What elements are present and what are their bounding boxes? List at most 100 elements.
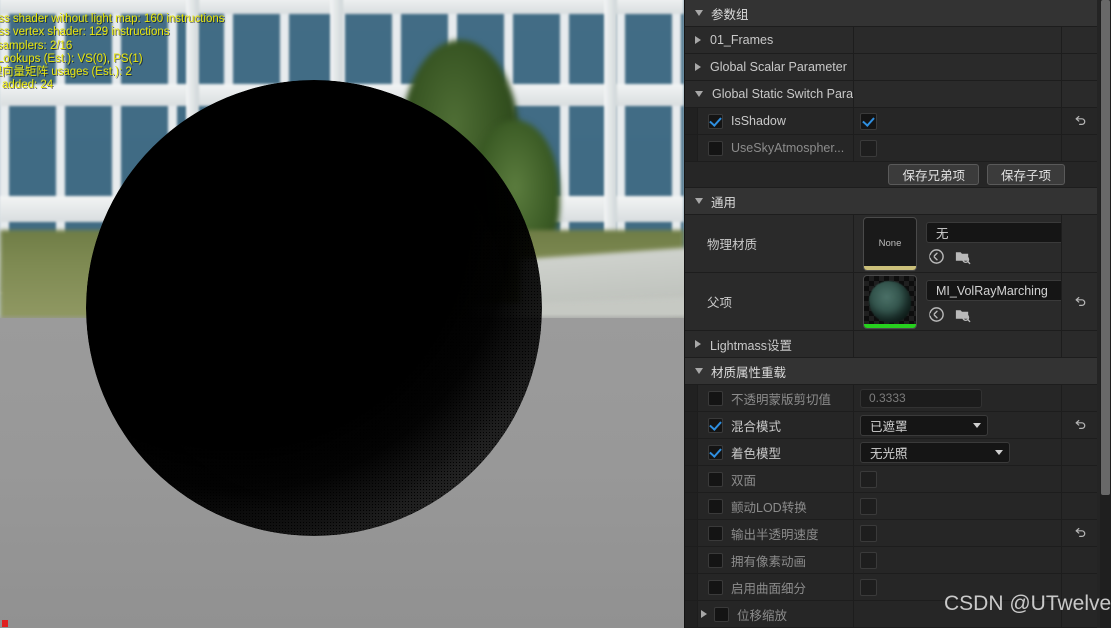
opacity-mask-clip-value-cell[interactable]: 0.3333	[854, 385, 1062, 411]
output-translucent-velocity-value-cell[interactable]	[854, 520, 1062, 546]
chevron-right-icon[interactable]	[695, 36, 701, 44]
reset-cell	[1062, 215, 1097, 272]
parent-material-thumbnail[interactable]	[863, 274, 917, 329]
param-row-isshadow[interactable]: IsShadow	[685, 108, 1097, 135]
chevron-right-icon[interactable]	[695, 340, 701, 348]
reset-arrow-icon[interactable]	[1073, 418, 1087, 432]
save-child-button[interactable]: 保存子项	[986, 164, 1065, 185]
override-row-two-sided[interactable]: 双面	[685, 466, 1097, 493]
chevron-right-icon[interactable]	[695, 63, 701, 71]
output-translucent-velocity-reset-cell[interactable]	[1062, 520, 1097, 546]
section-header-material-overrides[interactable]: 材质属性重载	[685, 358, 1097, 385]
override-row-opacity-mask-clip-value[interactable]: 不透明蒙版剪切值 0.3333	[685, 385, 1097, 412]
isshadow-value-cell[interactable]	[854, 108, 1062, 134]
useskyatmosphere-value-cell[interactable]	[854, 135, 1062, 161]
override-checkbox[interactable]	[708, 444, 723, 460]
reset-cell	[1062, 385, 1097, 411]
reset-cell	[1062, 439, 1097, 465]
browse-to-asset-icon[interactable]	[928, 306, 945, 323]
viewport-3d-preview[interactable]: Base pass shader without light map: 160 …	[0, 0, 684, 628]
section-header-parameter-groups[interactable]: 参数组	[685, 0, 1097, 27]
blend-mode-value-cell[interactable]: 已遮罩	[854, 412, 1062, 438]
enable-tessellation-value-cell[interactable]	[854, 574, 1062, 600]
override-checkbox[interactable]	[708, 471, 723, 487]
shading-model-value-cell[interactable]: 无光照	[854, 439, 1062, 465]
override-row-dither-lod-transition[interactable]: 颤动LOD转换	[685, 493, 1097, 520]
details-scrollbar-track[interactable]	[1100, 0, 1111, 628]
two-sided-value-checkbox[interactable]	[860, 470, 877, 488]
details-panel[interactable]: 参数组 01_Frames Global Scalar Parameter Gl…	[684, 0, 1111, 628]
enable-tessellation-checkbox[interactable]	[860, 578, 877, 596]
override-checkbox[interactable]	[708, 390, 723, 406]
save-buttons-row: 保存兄弟项 保存子项	[685, 162, 1097, 188]
group-row-lightmass-settings[interactable]: Lightmass设置	[685, 331, 1097, 358]
property-row-parent[interactable]: 父项 MI_VolRayMarching	[685, 273, 1097, 331]
group-row-01-frames[interactable]: 01_Frames	[685, 27, 1097, 54]
isshadow-value-checkbox[interactable]	[860, 112, 877, 130]
reset-arrow-icon[interactable]	[1073, 526, 1087, 540]
override-row-enable-tessellation[interactable]: 启用曲面细分	[685, 574, 1097, 601]
group-row-global-scalar-parameter[interactable]: Global Scalar Parameter	[685, 54, 1097, 81]
useskyatmosphere-override-checkbox[interactable]	[708, 140, 723, 156]
override-label: 混合模式	[731, 419, 782, 434]
dither-lod-value-cell[interactable]	[854, 493, 1062, 519]
reset-arrow-icon[interactable]	[1073, 295, 1087, 309]
override-checkbox[interactable]	[708, 525, 723, 541]
parent-material-combobox[interactable]: MI_VolRayMarching	[926, 280, 1061, 301]
section-header-general[interactable]: 通用	[685, 188, 1097, 215]
tree-indent	[685, 108, 698, 134]
physical-material-thumbnail[interactable]: None	[863, 216, 917, 271]
group-label: Global Scalar Parameter	[710, 60, 847, 74]
section-title: 材质属性重载	[711, 365, 787, 380]
reset-arrow-icon[interactable]	[1073, 114, 1087, 128]
group-value-cell	[854, 54, 1062, 80]
override-checkbox[interactable]	[708, 498, 723, 514]
isshadow-reset-cell[interactable]	[1062, 108, 1097, 134]
override-label: 着色模型	[731, 446, 782, 461]
output-translucent-velocity-checkbox[interactable]	[860, 524, 877, 542]
browse-to-asset-icon[interactable]	[928, 248, 945, 265]
group-value-cell	[854, 81, 1062, 107]
override-checkbox[interactable]	[714, 606, 729, 622]
reset-cell	[1062, 54, 1097, 80]
dither-lod-value-checkbox[interactable]	[860, 497, 877, 515]
details-scrollbar-thumb[interactable]	[1101, 0, 1110, 495]
param-row-useskyatmosphere[interactable]: UseSkyAtmospher...	[685, 135, 1097, 162]
preview-sphere-mesh[interactable]	[86, 80, 542, 536]
override-checkbox[interactable]	[708, 552, 723, 568]
override-label: 拥有像素动画	[731, 554, 807, 569]
has-pixel-animation-value-cell[interactable]	[854, 547, 1062, 573]
save-sibling-button[interactable]: 保存兄弟项	[888, 164, 979, 185]
physical-material-value-cell[interactable]: None 无	[854, 215, 1062, 272]
use-asset-picker-icon[interactable]	[954, 248, 971, 265]
opacity-mask-clip-value-input[interactable]: 0.3333	[860, 388, 982, 408]
parent-material-value-cell[interactable]: MI_VolRayMarching	[854, 273, 1062, 330]
property-row-physical-material[interactable]: 物理材质 None 无	[685, 215, 1097, 273]
override-checkbox[interactable]	[708, 579, 723, 595]
override-checkbox[interactable]	[708, 417, 723, 433]
parent-reset-cell[interactable]	[1062, 273, 1097, 330]
override-row-displacement-scaling[interactable]: 位移缩放	[685, 601, 1097, 628]
has-pixel-animation-checkbox[interactable]	[860, 551, 877, 569]
tree-indent	[685, 520, 698, 546]
blend-mode-reset-cell[interactable]	[1062, 412, 1097, 438]
group-label: 01_Frames	[710, 33, 774, 47]
chevron-down-icon[interactable]	[695, 91, 703, 97]
physical-material-combobox[interactable]: 无	[926, 222, 1061, 243]
use-asset-picker-icon[interactable]	[954, 306, 971, 323]
override-row-shading-model[interactable]: 着色模型 无光照	[685, 439, 1097, 466]
chevron-right-icon[interactable]	[701, 610, 707, 618]
property-label: 物理材质	[707, 238, 758, 252]
isshadow-override-checkbox[interactable]	[708, 113, 723, 129]
reset-cell	[1062, 574, 1097, 600]
group-row-global-static-switch-parameter[interactable]: Global Static Switch Para	[685, 81, 1097, 108]
override-row-blend-mode[interactable]: 混合模式 已遮罩	[685, 412, 1097, 439]
override-label: 双面	[731, 473, 757, 488]
override-row-output-translucent-velocity[interactable]: 输出半透明速度	[685, 520, 1097, 547]
blend-mode-combobox[interactable]: 已遮罩	[860, 414, 988, 436]
two-sided-value-cell[interactable]	[854, 466, 1062, 492]
useskyatmosphere-value-checkbox[interactable]	[860, 139, 877, 157]
reset-cell	[1062, 601, 1097, 627]
shading-model-combobox[interactable]: 无光照	[860, 441, 1010, 463]
override-row-has-pixel-animation[interactable]: 拥有像素动画	[685, 547, 1097, 574]
